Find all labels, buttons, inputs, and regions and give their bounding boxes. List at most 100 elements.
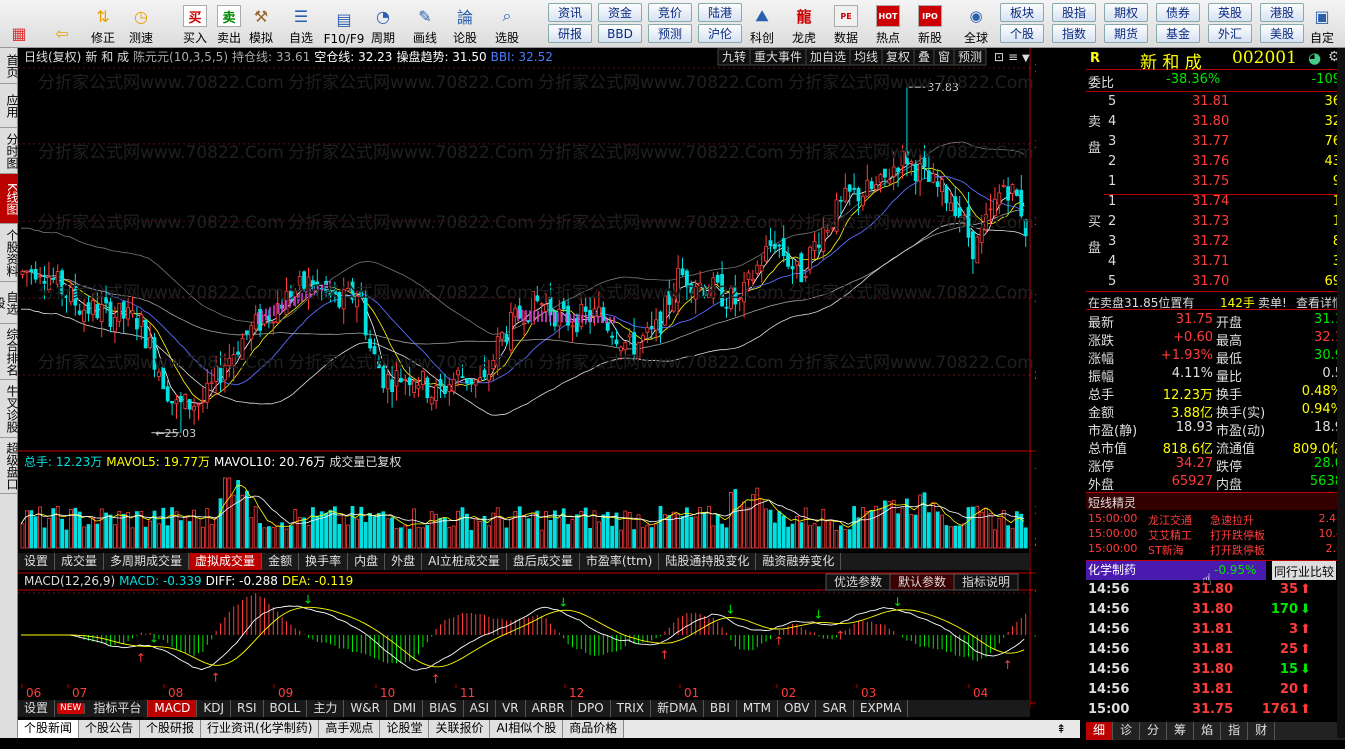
quick-link-2[interactable]: 竞价 [648,3,692,22]
bottom-info-tab[interactable]: 个股新闻 [18,720,80,738]
indicator-tab[interactable]: EXPMA [854,700,909,717]
quick-link-4[interactable]: 外汇 [1208,24,1252,43]
bid-row[interactable]: 231.731 [1086,214,1345,234]
indicator-tab[interactable]: KDJ [197,700,231,717]
volume-tab[interactable]: 内盘 [348,553,386,570]
short-elf-item[interactable]: 15:00:00 ST新海 打开跌停板 2.6 [1086,542,1345,557]
sidenav-item-4[interactable]: 个股资料 [0,224,19,282]
toolbar-chat-button[interactable]: 論论股 [446,2,484,46]
kline-chart-area[interactable]: 日线(复权) 新 和 成陈元元(10,3,5,5) 持仓线: 33.61 空仓线: 3… [18,48,1075,718]
quick-link-1[interactable]: 股指 [1052,3,1096,22]
palette-icon[interactable]: ◕ [1308,49,1321,67]
quick-link-2[interactable]: 期货 [1104,24,1148,43]
quick-link-0[interactable]: 个股 [1000,24,1044,43]
quote-bottom-tab[interactable]: 分 [1140,722,1168,740]
sidenav-item-6[interactable]: 综合排名 [0,324,19,380]
sector-row[interactable]: 化学制药 -0.95% 同行业比较 [1086,560,1345,580]
bottom-info-tab[interactable]: 高手观点 [319,720,381,738]
toolbar-dragon-tiger-button[interactable]: 龍龙虎 [786,2,822,46]
quick-link-1[interactable]: 指数 [1052,24,1096,43]
volume-tab[interactable]: 虚拟成交量 [189,553,263,570]
volume-tab[interactable]: AI立桩成交量 [422,553,507,570]
indicator-tab[interactable]: RSI [231,700,264,717]
quick-link-2[interactable]: 预测 [648,24,692,43]
toolbar-back-arrow-button[interactable]: ⇦ [43,2,81,46]
short-elf-item[interactable]: 15:00:00 艾艾精工 打开跌停板 10.4 [1086,527,1345,542]
volume-tab[interactable]: 设置 [18,553,56,570]
toolbar-globe-button[interactable]: ◉ 全球 [958,2,994,46]
indicator-tab[interactable]: NEW [57,703,86,714]
quote-bottom-tab[interactable]: 细 [1086,722,1114,740]
volume-tab[interactable]: 外盘 [385,553,423,570]
indicator-tab[interactable]: DMI [387,700,424,717]
toolbar-list-button[interactable]: ☰ 自选 [282,2,320,46]
quick-link-3[interactable]: 债券 [1156,3,1200,22]
volume-tab[interactable]: 换手率 [299,553,349,570]
volume-tab[interactable]: 多周期成交量 [104,553,190,570]
expand-up-icon[interactable]: ⇞ [1056,722,1066,736]
indicator-tab[interactable]: VR [496,700,526,717]
indicator-tab[interactable]: OBV [778,700,817,717]
toolbar-grid-button[interactable]: ▦ [0,2,38,46]
bottom-info-tab[interactable]: AI相似个股 [490,720,564,738]
bottom-info-tab[interactable]: 个股研报 [140,720,202,738]
chart-scrollbar[interactable] [1036,48,1086,718]
indicator-tab[interactable]: 新DMA [651,700,704,717]
ask-row[interactable]: 3 31.77 76 [1086,134,1345,154]
indicator-tab[interactable]: ASI [464,700,497,717]
quick-link-0[interactable]: 板块 [1000,3,1044,22]
indicator-tab[interactable]: 指标平台 [87,700,149,717]
quick-link-0[interactable]: 资讯 [548,3,592,22]
quick-link-3[interactable]: 沪伦 [698,24,742,43]
bottom-info-tab[interactable]: 商品价格 [563,720,625,738]
quote-bottom-tab[interactable]: 指 [1221,722,1249,740]
volume-tab[interactable]: 成交量 [55,553,105,570]
ask-row[interactable]: 5 31.81 36 [1086,94,1345,114]
bottom-info-tab[interactable]: 论股堂 [380,720,430,738]
ask-row[interactable]: 2 31.76 43 [1086,154,1345,174]
indicator-tab[interactable]: BIAS [423,700,464,717]
sidenav-item-2[interactable]: 分时图 [0,128,19,174]
quick-link-5[interactable]: 美股 [1260,24,1304,43]
bid-row[interactable]: 431.713 [1086,254,1345,274]
quick-link-2[interactable]: 期权 [1104,3,1148,22]
big-order-row[interactable]: 在卖盘31.85位置有 142手 卖单! 查看详情 [1086,291,1345,310]
volume-tab[interactable]: 金额 [262,553,300,570]
short-elf-item[interactable]: 15:00:00 龙江交通 急速拉升 2.48 [1086,512,1345,527]
quote-bottom-tab[interactable]: 诊 [1113,722,1141,740]
toolbar-ipo-button[interactable]: IPO 新股 [912,2,948,46]
indicator-tab[interactable]: SAR [816,700,854,717]
bid-row[interactable]: 331.728 [1086,234,1345,254]
indicator-tab[interactable]: 设置 [18,700,56,717]
bid-row[interactable]: 131.741 [1086,194,1345,214]
indicator-tab[interactable]: 主力 [307,700,345,717]
toolbar-info-panel-button[interactable]: ▤ F10/F9 [323,2,365,47]
toolbar-arrows-updown-button[interactable]: ⇅ 修正 [84,2,122,46]
volume-tab[interactable]: 陆股通持股变化 [659,553,757,570]
quick-link-3[interactable]: 基金 [1156,24,1200,43]
toolbar-buy-button[interactable]: 买买入 [176,2,214,46]
toolbar-hammer-button[interactable]: ⚒ 模拟 [242,2,280,46]
indicator-tab[interactable]: MACD [148,700,198,717]
indicator-tab[interactable]: W&R [344,700,387,717]
sidenav-item-0[interactable]: 首页 [0,48,19,84]
volume-tab[interactable]: 市盈率(ttm) [580,553,660,570]
volume-tab[interactable]: 盘后成交量 [507,553,580,570]
toolbar-hot-button[interactable]: HOT 热点 [870,2,906,46]
sidenav-item-8[interactable]: 超级盘口 [0,438,19,494]
toolbar-custom-button[interactable]: ▣ 自定 [1302,2,1342,46]
indicator-tab[interactable]: MTM [737,700,778,717]
quick-link-1[interactable]: BBD [598,24,642,43]
quick-link-4[interactable]: 英股 [1208,3,1252,22]
quote-bottom-tab[interactable]: 财 [1248,722,1276,740]
quick-link-0[interactable]: 研报 [548,24,592,43]
quick-link-1[interactable]: 资金 [598,3,642,22]
indicator-tab[interactable]: TRIX [611,700,652,717]
toolbar-clock-button[interactable]: ◷ 测速 [122,2,160,46]
sidenav-item-5[interactable]: 自选股 [0,282,19,324]
sidenav-item-7[interactable]: 牛叉诊股 [0,380,19,438]
toolbar-cycle-button[interactable]: ◔ 周期 [364,2,402,46]
toolbar-pen-button[interactable]: ✎ 画线 [406,2,444,46]
bottom-info-tab[interactable]: 个股公告 [79,720,141,738]
sidenav-item-3[interactable]: K线图 [0,174,19,224]
